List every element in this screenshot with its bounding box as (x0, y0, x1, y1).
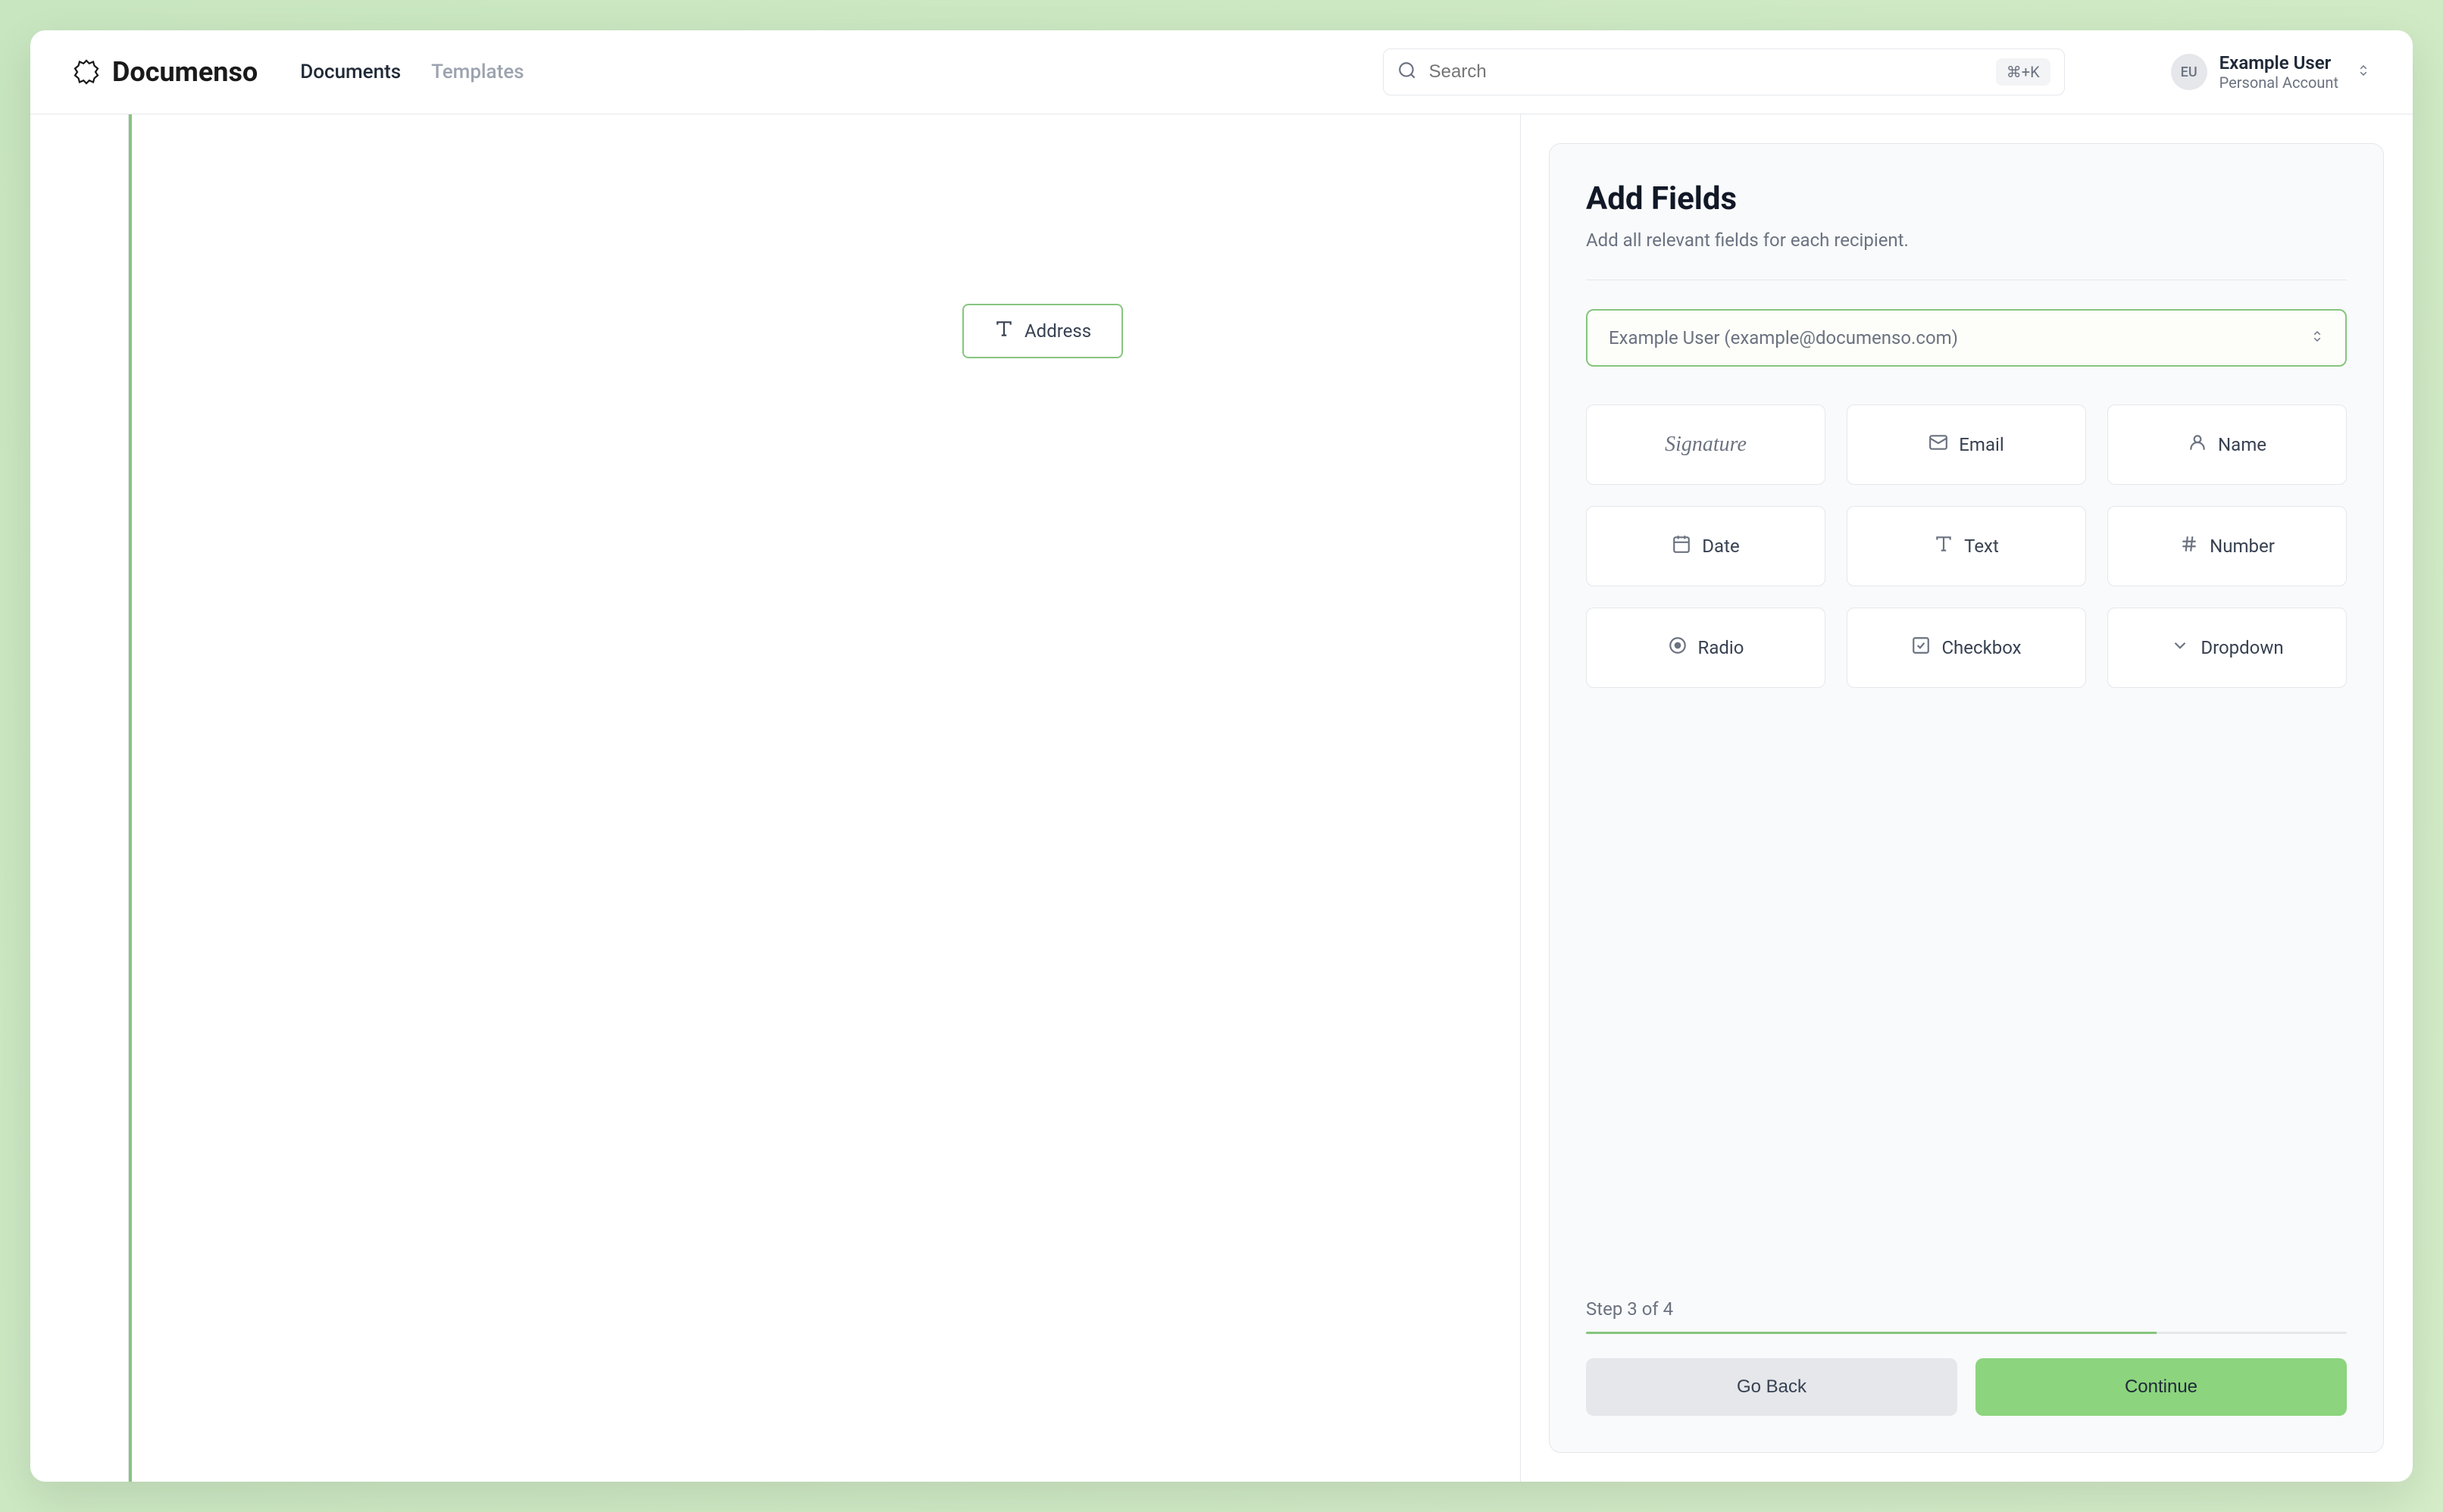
search-icon (1397, 61, 1417, 83)
field-label: Number (2210, 536, 2275, 557)
user-name: Example User (2219, 52, 2338, 73)
radio-icon (1668, 636, 1688, 660)
user-text: Example User Personal Account (2219, 52, 2338, 92)
field-label: Checkbox (1941, 637, 2021, 658)
placed-field-label: Address (1024, 320, 1091, 342)
type-icon (994, 319, 1014, 343)
panel-subtitle: Add all relevant fields for each recipie… (1586, 230, 2347, 280)
user-icon (2188, 433, 2207, 457)
chevron-down-icon (2170, 636, 2190, 660)
field-label: Dropdown (2201, 637, 2283, 658)
progress-fill (1586, 1332, 2157, 1334)
user-account: Personal Account (2219, 73, 2338, 92)
field-email[interactable]: Email (1847, 405, 2086, 485)
chevron-updown-icon (2310, 330, 2324, 346)
document-canvas[interactable]: Address (129, 114, 1520, 1482)
step-indicator: Step 3 of 4 (1586, 1298, 2347, 1320)
field-label: Date (1702, 536, 1739, 557)
app-window: Documenso Documents Templates ⌘+K EU Exa… (30, 30, 2413, 1482)
sidebar-panel: Add Fields Add all relevant fields for e… (1549, 143, 2384, 1453)
progress-bar (1586, 1332, 2347, 1334)
field-label: Text (1964, 536, 1999, 557)
field-signature[interactable]: Signature (1586, 405, 1825, 485)
search-shortcut: ⌘+K (1996, 58, 2050, 86)
go-back-button[interactable]: Go Back (1586, 1358, 1957, 1416)
field-radio[interactable]: Radio (1586, 608, 1825, 688)
field-number[interactable]: Number (2107, 506, 2347, 586)
logo-text: Documenso (112, 56, 258, 88)
search-bar[interactable]: ⌘+K (1383, 48, 2065, 95)
field-date[interactable]: Date (1586, 506, 1825, 586)
sidebar: Add Fields Add all relevant fields for e… (1549, 114, 2413, 1482)
nav-templates[interactable]: Templates (431, 61, 524, 83)
button-row: Go Back Continue (1586, 1358, 2347, 1416)
panel-title: Add Fields (1586, 180, 2347, 217)
recipient-label: Example User (example@documenso.com) (1609, 327, 1958, 348)
search-input[interactable] (1429, 61, 1996, 83)
hash-icon (2179, 534, 2199, 558)
document-area: Address (30, 114, 1549, 1482)
checkbox-icon (1911, 636, 1931, 660)
fields-grid: Signature Email Name (1586, 405, 2347, 688)
nav-documents[interactable]: Documents (300, 61, 401, 83)
main-content: Address Add Fields Add all relevant fiel… (30, 114, 2413, 1482)
mail-icon (1928, 433, 1948, 457)
calendar-icon (1672, 534, 1691, 558)
logo[interactable]: Documenso (73, 56, 258, 88)
field-label: Email (1959, 434, 2004, 455)
chevron-updown-icon (2357, 64, 2370, 80)
main-nav: Documents Templates (300, 61, 524, 83)
signature-label: Signature (1665, 433, 1747, 457)
logo-icon (73, 58, 100, 86)
avatar: EU (2171, 54, 2207, 90)
app-header: Documenso Documents Templates ⌘+K EU Exa… (30, 30, 2413, 114)
placed-field-address[interactable]: Address (962, 304, 1123, 358)
type-icon (1934, 534, 1953, 558)
field-label: Radio (1698, 637, 1744, 658)
continue-button[interactable]: Continue (1975, 1358, 2347, 1416)
field-label: Name (2218, 434, 2266, 455)
recipient-select[interactable]: Example User (example@documenso.com) (1586, 309, 2347, 367)
field-text[interactable]: Text (1847, 506, 2086, 586)
field-checkbox[interactable]: Checkbox (1847, 608, 2086, 688)
user-menu[interactable]: EU Example User Personal Account (2171, 52, 2370, 92)
field-dropdown[interactable]: Dropdown (2107, 608, 2347, 688)
field-name[interactable]: Name (2107, 405, 2347, 485)
